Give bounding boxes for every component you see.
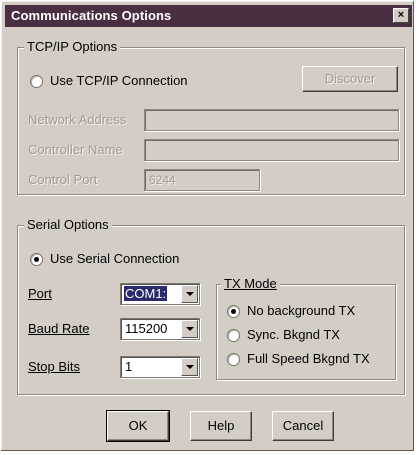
tx-sync-bkgnd-label[interactable]: Sync. Bkgnd TX [247, 327, 340, 342]
baud-rate-select[interactable]: 115200 [120, 318, 200, 340]
discover-button[interactable]: Discover [302, 66, 398, 92]
window-title: Communications Options [11, 8, 172, 23]
tx-no-background-radio[interactable] [227, 305, 240, 318]
tx-mode-group: TX Mode No background TX Sync. Bkgnd TX … [216, 276, 396, 380]
baud-rate-value: 115200 [125, 321, 168, 336]
cancel-label: Cancel [282, 418, 324, 433]
serial-options-legend: Serial Options [24, 217, 112, 232]
help-button[interactable]: Help [190, 411, 252, 441]
tx-no-background-label[interactable]: No background TX [247, 303, 355, 318]
tx-mode-legend: TX Mode [221, 276, 280, 291]
tcpip-options-group: TCP/IP Options Use TCP/IP Connection Dis… [17, 39, 405, 195]
network-address-field[interactable] [144, 109, 399, 131]
stop-bits-label-text: Stop Bits [28, 359, 81, 374]
tx-sync-bkgnd-radio[interactable] [227, 329, 240, 342]
port-select[interactable]: COM1: [120, 283, 200, 305]
use-serial-radio[interactable] [30, 253, 43, 266]
baud-rate-label-text: Baud Rate [28, 321, 90, 336]
network-address-label: Network Address [28, 112, 127, 127]
tx-mode-legend-text: TX Mode [224, 276, 277, 291]
port-dropdown-arrow-icon[interactable] [181, 285, 198, 303]
controller-name-field[interactable] [144, 139, 399, 161]
stop-bits-select[interactable]: 1 [120, 356, 200, 378]
tx-full-speed-radio[interactable] [227, 353, 240, 366]
stop-bits-label: Stop Bits [28, 359, 80, 374]
serial-options-group: Serial Options Use Serial Connection Por… [17, 217, 405, 395]
ok-button[interactable]: OK [106, 410, 170, 442]
control-port-field[interactable]: 6244 [144, 169, 260, 191]
control-port-value: 6244 [149, 173, 176, 187]
tx-full-speed-label[interactable]: Full Speed Bkgnd TX [247, 351, 370, 366]
baud-rate-dropdown-arrow-icon[interactable] [181, 320, 198, 338]
stop-bits-dropdown-arrow-icon[interactable] [181, 358, 198, 376]
port-label: Port [28, 286, 52, 301]
stop-bits-value: 1 [125, 359, 133, 374]
tcpip-options-legend: TCP/IP Options [24, 39, 121, 54]
port-value: COM1: [124, 286, 168, 301]
discover-label: Discover [324, 71, 376, 86]
baud-rate-label: Baud Rate [28, 321, 89, 336]
controller-name-label: Controller Name [28, 142, 123, 157]
title-bar[interactable]: Communications Options × [5, 5, 412, 27]
cancel-button[interactable]: Cancel [272, 411, 334, 441]
control-port-label: Control Port [28, 172, 98, 187]
port-label-text: Port [28, 286, 52, 301]
close-icon: × [397, 9, 405, 21]
ok-label: OK [128, 418, 148, 433]
use-tcpip-label[interactable]: Use TCP/IP Connection [50, 73, 188, 88]
communications-options-dialog: Communications Options × TCP/IP Options … [0, 0, 415, 452]
use-serial-label[interactable]: Use Serial Connection [50, 251, 179, 266]
close-button[interactable]: × [393, 8, 409, 23]
help-label: Help [207, 418, 235, 433]
use-tcpip-radio[interactable] [30, 75, 43, 88]
